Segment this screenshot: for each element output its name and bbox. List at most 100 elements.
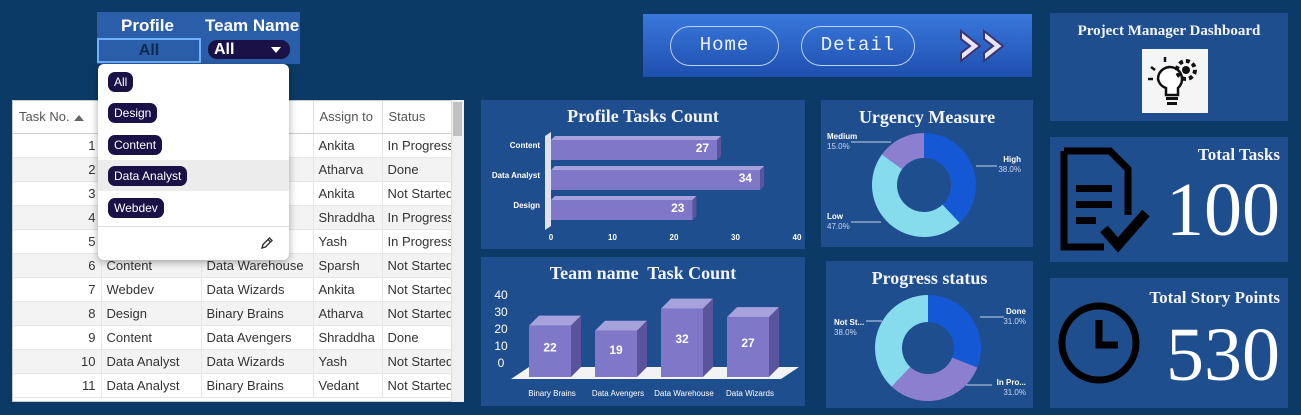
team-name-cell: Data Wizards bbox=[201, 349, 314, 374]
table-row[interactable]: 8 Design Binary Brains Atharva Not Started bbox=[13, 301, 455, 326]
status-cell: Not Started bbox=[382, 253, 455, 278]
tick-label: 10 bbox=[494, 339, 508, 353]
task-no-cell: 5 bbox=[13, 229, 102, 254]
slice-percent: 47.0% bbox=[827, 222, 850, 231]
task-no-cell: 2 bbox=[13, 157, 102, 182]
story-points-card: Total Story Points 530 bbox=[1050, 278, 1288, 408]
home-button[interactable]: Home bbox=[670, 26, 779, 66]
profile-cell: Webdev bbox=[101, 277, 202, 302]
category-label: Data Warehouse bbox=[654, 389, 714, 398]
table-row[interactable]: 10 Data Analyst Data Wizards Yash Not Starte… bbox=[13, 349, 455, 374]
data-label: 23 bbox=[671, 201, 685, 215]
dropdown-item-label: Design bbox=[108, 103, 158, 123]
status-cell: In Progress bbox=[382, 205, 455, 230]
table-row[interactable]: 7 Webdev Data Wizards Ankita Not Started bbox=[13, 277, 455, 302]
profile-slicer-label: Profile bbox=[121, 16, 174, 35]
table-scrollbar[interactable] bbox=[451, 100, 464, 402]
tick-label: 0 bbox=[498, 356, 505, 370]
double-chevron-right-icon[interactable] bbox=[958, 27, 1020, 65]
status-cell: Done bbox=[382, 157, 455, 182]
profile-slicer-input[interactable]: All bbox=[97, 38, 201, 63]
tick-label: 30 bbox=[494, 305, 508, 319]
tick-label: 30 bbox=[731, 233, 740, 242]
dropdown-item-design[interactable]: Design bbox=[98, 97, 289, 128]
tick-label: 0 bbox=[549, 233, 554, 242]
dropdown-item-label: All bbox=[108, 72, 134, 92]
slice-percent: 31.0% bbox=[1003, 388, 1026, 397]
total-tasks-value: 100 bbox=[1166, 168, 1280, 252]
dropdown-item-webdev[interactable]: Webdev bbox=[98, 192, 289, 223]
assign-to-cell: Shraddha bbox=[313, 205, 383, 230]
progress-chart-panel: Progress status Done 31.0% In Pro... 31.0% N… bbox=[826, 261, 1033, 408]
dropdown-item-data-analyst[interactable]: Data Analyst bbox=[98, 160, 289, 191]
tick-label: 20 bbox=[494, 322, 508, 336]
slice-label: Low bbox=[827, 212, 844, 221]
profile-cell: Design bbox=[101, 301, 202, 326]
dropdown-item-label: Content bbox=[108, 135, 163, 155]
data-label: 27 bbox=[696, 141, 710, 155]
team-name-cell: Binary Brains bbox=[201, 373, 314, 398]
bar-side bbox=[769, 307, 779, 377]
team-slicer-select[interactable]: All bbox=[208, 40, 290, 59]
slice-label: In Pro... bbox=[997, 378, 1026, 387]
table-row[interactable]: 9 Content Data Avengers Shraddha Done bbox=[13, 325, 455, 350]
tick-label: 10 bbox=[608, 233, 617, 242]
task-no-cell: 10 bbox=[13, 349, 102, 374]
status-cell: In Progress bbox=[382, 133, 455, 158]
assign-to-cell: Yash bbox=[313, 349, 383, 374]
assign-to-cell: Vedant bbox=[313, 373, 383, 398]
slice-label: Medium bbox=[827, 132, 857, 141]
assign-to-cell: Atharva bbox=[313, 157, 383, 182]
task-no-cell: 3 bbox=[13, 181, 102, 206]
status-cell: Not Started bbox=[382, 349, 455, 374]
story-points-value: 530 bbox=[1166, 313, 1280, 397]
dashboard-title: Project Manager Dashboard bbox=[1077, 23, 1261, 39]
team-name-cell: Data Avengers bbox=[201, 325, 314, 350]
table-row[interactable]: 11 Data Analyst Binary Brains Vedant Not Sta… bbox=[13, 373, 455, 398]
navigation-bar: Home Detail bbox=[643, 14, 1032, 77]
bar-side bbox=[571, 315, 581, 377]
assign-to-cell: Shraddha bbox=[313, 325, 383, 350]
bar-side bbox=[703, 298, 713, 377]
bar-top bbox=[551, 136, 722, 140]
status-cell: Done bbox=[382, 325, 455, 350]
bar-side bbox=[692, 196, 697, 220]
category-label: Binary Brains bbox=[528, 389, 576, 398]
slice-label: Not St... bbox=[834, 318, 864, 327]
assign-to-cell: Atharva bbox=[313, 301, 383, 326]
data-label: 19 bbox=[609, 343, 623, 357]
slice-label: Done bbox=[1006, 307, 1027, 316]
profile-tasks-chart: Content 27 Data Analyst 34 Design 23 0 10 20 30 40 bbox=[492, 132, 802, 242]
data-label: 22 bbox=[543, 340, 557, 354]
dropdown-item-label: Data Analyst bbox=[108, 166, 188, 186]
table-scroll-thumb[interactable] bbox=[453, 102, 462, 136]
task-no-cell: 8 bbox=[13, 301, 102, 326]
data-label: 34 bbox=[739, 171, 753, 185]
urgency-donut-chart: High38.0% Low47.0% Medium15.0% bbox=[827, 132, 1021, 238]
team-slicer-value: All bbox=[214, 41, 235, 58]
edit-pencil-icon[interactable] bbox=[260, 236, 274, 250]
team-name-cell: Binary Brains bbox=[201, 301, 314, 326]
dropdown-item-content[interactable]: Content bbox=[98, 129, 289, 160]
data-label: 27 bbox=[741, 336, 755, 350]
slice-label: High bbox=[1003, 155, 1021, 164]
detail-button[interactable]: Detail bbox=[801, 26, 915, 66]
urgency-chart-panel: Urgency Measure High 38.0% Low 47.0% Medium 1… bbox=[821, 100, 1033, 247]
status-cell: Not Started bbox=[382, 277, 455, 302]
clock-icon bbox=[1058, 302, 1140, 384]
assign-to-cell: Sparsh bbox=[313, 253, 383, 278]
progress-donut-chart: Done31.0%In Pro...31.0%Not St...38.0% bbox=[834, 295, 1027, 401]
dropdown-item-label: Webdev bbox=[108, 198, 164, 218]
slice-percent: 31.0% bbox=[1003, 317, 1026, 326]
total-tasks-label: Total Tasks bbox=[1197, 145, 1280, 164]
profile-cell: Data Analyst bbox=[101, 349, 202, 374]
category-label: Design bbox=[513, 201, 540, 210]
column-header-task-no[interactable]: Task No. bbox=[13, 101, 102, 134]
slice-percent: 38.0% bbox=[834, 328, 857, 337]
column-header-assign-to[interactable]: Assign to bbox=[313, 101, 383, 134]
task-no-cell: 1 bbox=[13, 133, 102, 158]
donut-slice bbox=[928, 295, 981, 368]
column-header-status[interactable]: Status bbox=[382, 101, 455, 134]
task-no-cell: 11 bbox=[13, 373, 102, 398]
dropdown-item-all[interactable]: All bbox=[98, 66, 289, 97]
